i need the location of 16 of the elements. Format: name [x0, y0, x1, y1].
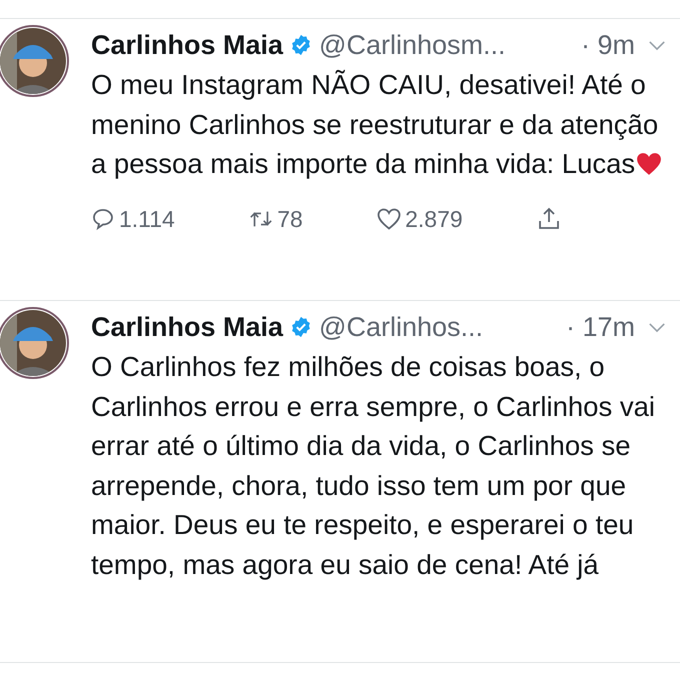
- user-name[interactable]: Carlinhos Maia: [91, 30, 284, 60]
- user-handle: @Carlinhosm...: [319, 30, 506, 60]
- chevron-down-icon[interactable]: [648, 40, 666, 50]
- reply-icon[interactable]: [91, 207, 115, 231]
- user-handle: @Carlinhos...: [319, 312, 484, 342]
- timestamp: · 17m: [566, 312, 635, 342]
- like-count: 2.879: [405, 206, 463, 232]
- tweet-text: O meu Instagram NÃO CAIU, desativei! Até o menino Carlinhos se reestruturar e da atenção a pessoa mais importe da minha vida: Lucas: [91, 65, 666, 184]
- chevron-down-icon[interactable]: [648, 322, 666, 332]
- retweet-count: 78: [277, 206, 303, 232]
- timestamp: · 9m: [581, 30, 635, 60]
- user-name[interactable]: Carlinhos Maia: [91, 312, 284, 342]
- share-icon[interactable]: [537, 207, 561, 231]
- heart-icon[interactable]: [377, 207, 402, 231]
- reply-count: 1.114: [119, 206, 175, 232]
- tweet-text: O Carlinhos fez milhões de coisas boas, o Carlinhos errou e erra sempre, o Carlinhos vai errar até o último dia da vida, o Carlinhos se arrepende, chora, tudo isso tem um por que maior. Deus eu te respeito, e esperarei o teu tempo, mas agora eu saio de cena! Até já: [91, 350, 656, 582]
